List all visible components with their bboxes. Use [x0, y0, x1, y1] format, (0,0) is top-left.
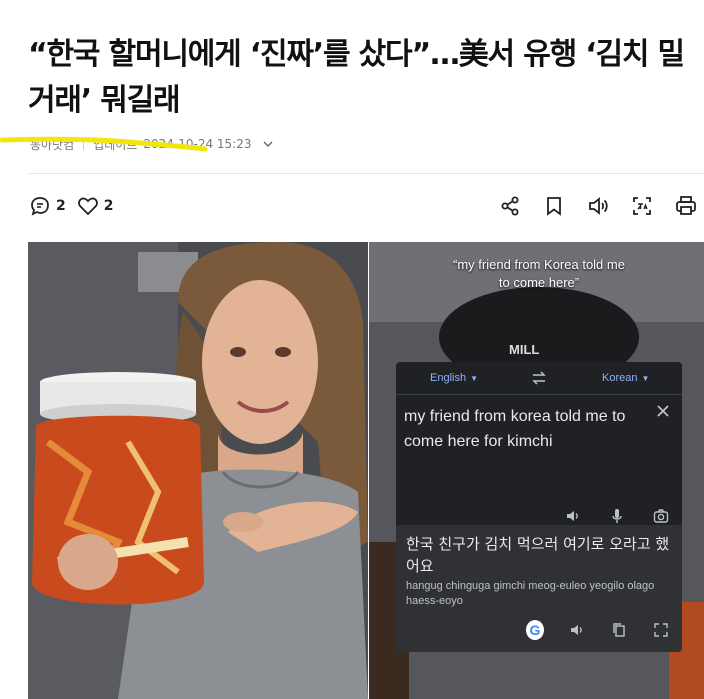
copy-icon[interactable]	[610, 621, 628, 639]
updated-label: 업데이트	[93, 137, 138, 152]
heart-icon	[77, 197, 98, 216]
video-caption-text: “my friend from Korea told me to come he…	[453, 257, 625, 290]
reaction-bar: 2 2	[28, 192, 124, 220]
source-language-label: English	[430, 372, 467, 384]
bookmark-icon	[547, 197, 561, 216]
translate-icon	[633, 197, 651, 215]
bookmark-button[interactable]	[540, 192, 568, 220]
source-language-select[interactable]: English ▼	[430, 372, 478, 384]
updated-date: 2024-10-24 15:23	[143, 137, 252, 151]
chevron-down-icon[interactable]	[261, 137, 275, 151]
photo-right-translate-screenshot: “my friend from Korea told me to come he…	[369, 242, 704, 699]
speaker-icon[interactable]	[564, 507, 582, 525]
caret-down-icon: ▼	[470, 373, 478, 383]
print-button[interactable]	[672, 192, 700, 220]
camera-icon[interactable]	[652, 507, 670, 525]
comments-count: 2	[56, 198, 66, 214]
target-language-label: Korean	[602, 372, 638, 384]
target-language-select[interactable]: Korean ▼	[602, 372, 649, 384]
close-icon[interactable]	[654, 402, 672, 420]
like-button[interactable]: 2	[76, 194, 114, 218]
fullscreen-icon[interactable]	[652, 621, 670, 639]
article-photo: “my friend from Korea told me to come he…	[28, 242, 704, 699]
google-translate-card: English ▼ Korean ▼ my friend from korea …	[396, 362, 682, 652]
share-button[interactable]	[496, 192, 524, 220]
reporter-name[interactable]: 동아닷컴	[30, 136, 74, 153]
translation-result: 한국 친구가 김치 먹으러 여기로 오라고 했어요 hangug chingug…	[396, 525, 682, 652]
article-headline: “한국 할머니에게 ‘진짜’를 샀다”…美서 유행 ‘김치 밀거래’ 뭐길래	[28, 37, 685, 119]
likes-count: 2	[103, 198, 114, 214]
share-icon	[501, 196, 519, 216]
man-holding-kimchi-jar-image	[28, 242, 368, 699]
google-logo-button[interactable]: G	[526, 620, 544, 640]
microphone-icon[interactable]	[608, 507, 626, 525]
swap-languages-icon[interactable]	[530, 369, 548, 387]
print-icon	[676, 196, 696, 215]
caret-down-icon: ▼	[641, 373, 650, 383]
speaker-icon	[589, 197, 608, 215]
photo-left-man-with-kimchi	[28, 242, 368, 699]
video-caption: “my friend from Korea told me to come he…	[449, 256, 629, 292]
article-tools	[496, 192, 704, 220]
speaker-icon[interactable]	[568, 621, 586, 639]
listen-button[interactable]	[584, 192, 612, 220]
translated-text: 한국 친구가 김치 먹으러 여기로 오라고 했어요	[406, 535, 670, 575]
cap-brand-text: MILL	[509, 342, 540, 357]
language-bar: English ▼ Korean ▼	[396, 362, 682, 395]
comments-button[interactable]: 2	[28, 194, 66, 218]
article-meta: 동아닷컴 업데이트 2024-10-24 15:23	[30, 134, 275, 154]
google-logo-icon: G	[526, 620, 544, 640]
translate-button[interactable]	[628, 192, 656, 220]
result-tools: G	[396, 615, 682, 645]
romanization-text: hangug chinguga gimchi meog-euleo yeogil…	[406, 580, 655, 607]
meta-divider-line	[28, 173, 704, 174]
source-text[interactable]: my friend from korea told me to come her…	[404, 404, 654, 454]
comment-icon	[31, 197, 49, 216]
meta-divider	[83, 138, 85, 150]
